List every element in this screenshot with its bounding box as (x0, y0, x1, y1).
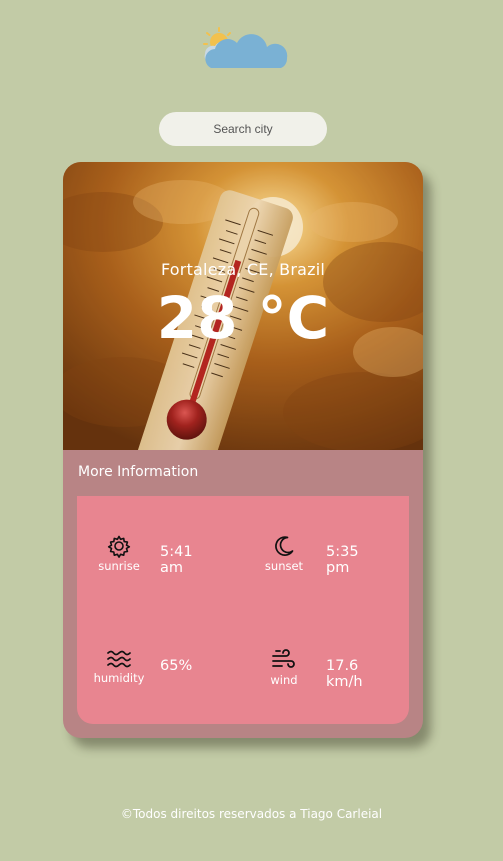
info-panel: sunrise 5:41 am sunset 5:35 pm humidity … (77, 496, 409, 724)
footer-text: ©Todos direitos reservados a Tiago Carle… (120, 807, 383, 821)
waves-icon (107, 650, 131, 668)
location-text: Fortaleza, CE, Brazil (160, 260, 326, 279)
wind-icon (272, 649, 295, 668)
sunrise-value: 5:41 am (160, 544, 193, 576)
temperature-text: 28 °C (156, 284, 330, 352)
weather-hero-image: Fortaleza, CE, Brazil 28 °C (63, 162, 423, 450)
humidity-label: humidity (93, 671, 145, 685)
wind-value: 17.6 km/h (326, 658, 363, 690)
cloud-sun-icon (203, 27, 288, 68)
sun-gear-icon (107, 535, 131, 558)
moon-icon (275, 536, 294, 556)
humidity-value: 65% (160, 658, 193, 674)
sunset-label: sunset (264, 559, 304, 573)
search-input[interactable] (159, 112, 327, 146)
more-information-title: More Information (78, 464, 199, 480)
weather-card: Fortaleza, CE, Brazil 28 °C More Informa… (63, 162, 423, 738)
sunrise-label: sunrise (98, 559, 140, 573)
wind-label: wind (270, 673, 298, 687)
sunset-value: 5:35 pm (326, 544, 359, 576)
